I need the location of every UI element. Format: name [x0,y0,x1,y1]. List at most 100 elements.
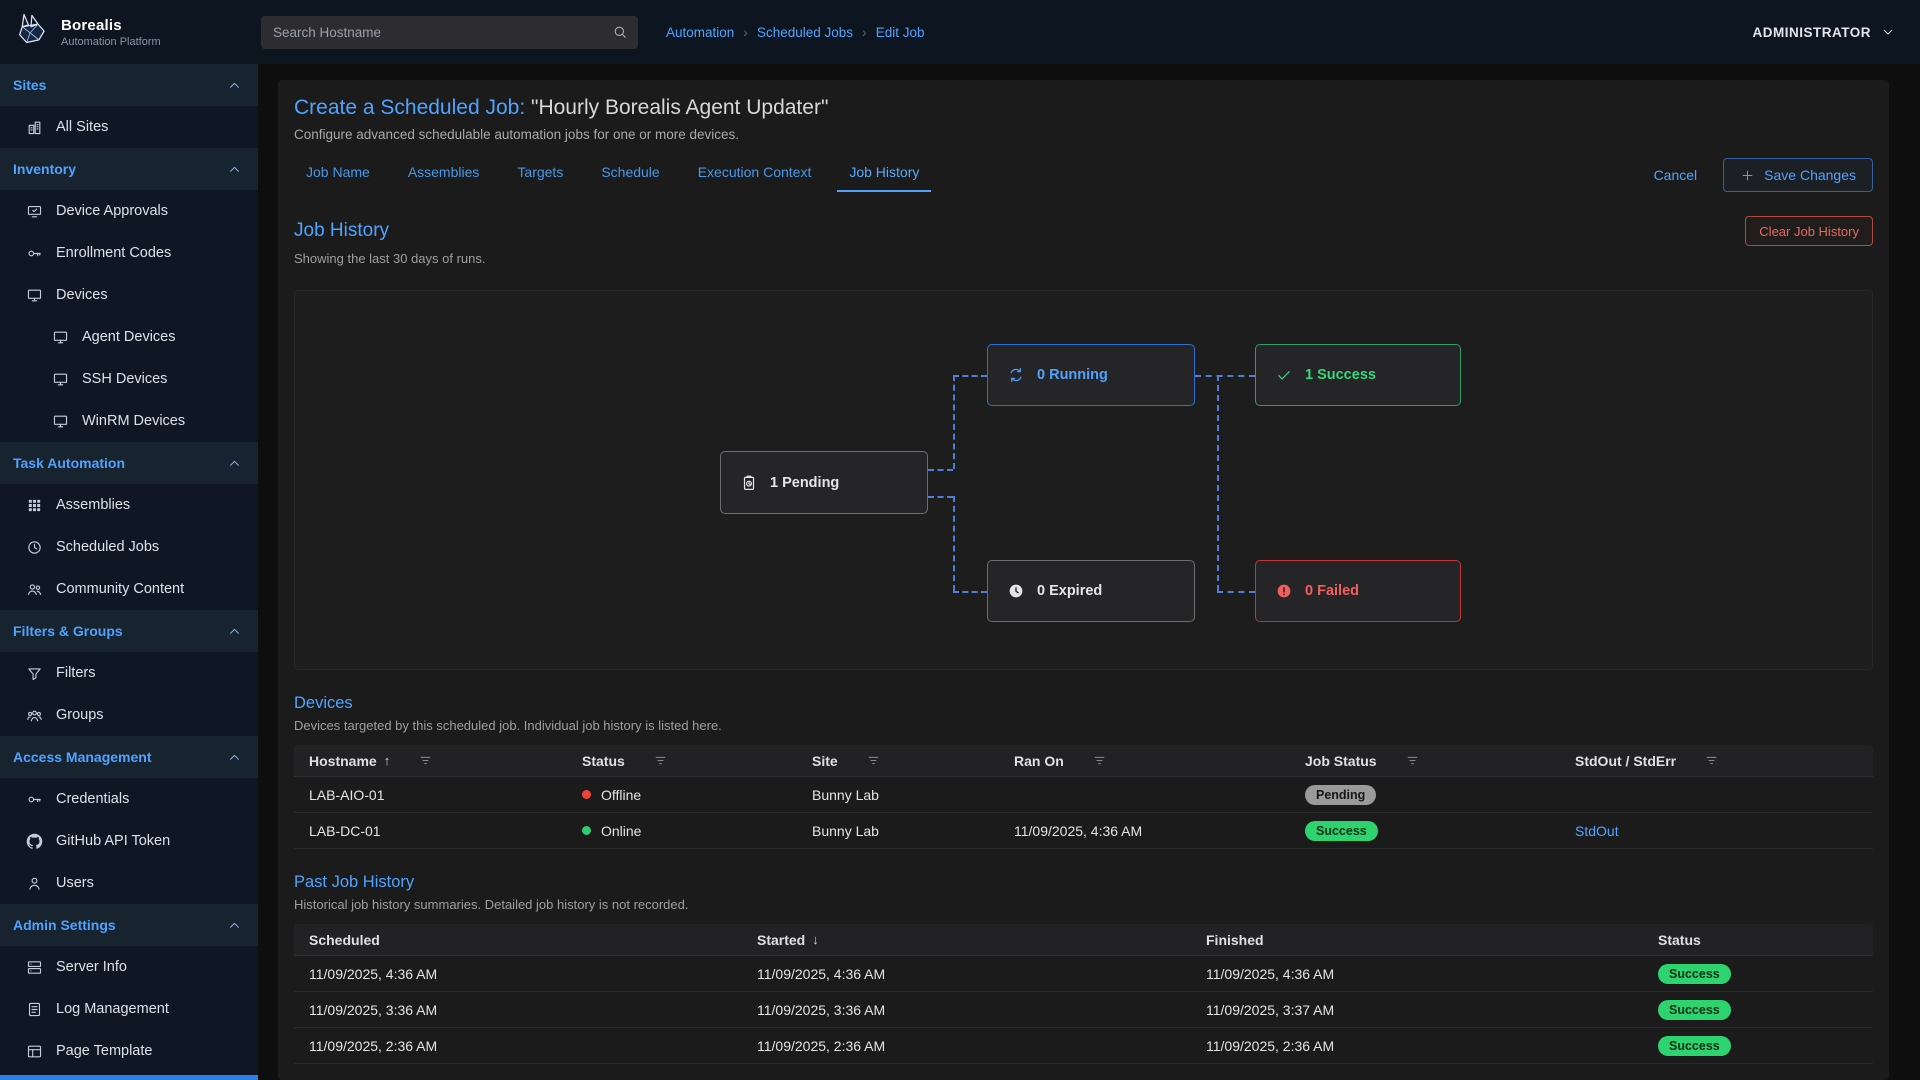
sidebar-item-users[interactable]: Users [0,862,258,904]
history-scheduled: 11/09/2025, 4:36 AM [294,966,757,982]
chevron-up-icon [226,77,243,94]
filter-icon[interactable] [653,753,668,768]
sidebar-section-sites[interactable]: Sites [0,64,258,106]
stdout-link[interactable]: StdOut [1575,823,1619,839]
sort-arrow-icon[interactable]: ↓ [812,932,819,947]
history-row[interactable]: 11/09/2025, 3:36 AM 11/09/2025, 3:36 AM … [294,992,1873,1028]
clock-icon [26,539,43,556]
sidebar-item-all-sites[interactable]: All Sites [0,106,258,148]
user-menu[interactable]: ADMINISTRATOR [1753,24,1920,40]
status-dot [582,826,591,835]
filter-icon[interactable] [418,753,433,768]
device-row[interactable]: LAB-AIO-01 Offline Bunny Lab Pending [294,777,1873,813]
sidebar-item-groups[interactable]: Groups [0,694,258,736]
devices-column-header[interactable]: Status [582,753,812,769]
clear-job-history-button[interactable]: Clear Job History [1745,216,1873,246]
sidebar-section-task-automation[interactable]: Task Automation [0,442,258,484]
sidebar-item-github-api-token[interactable]: GitHub API Token [0,820,258,862]
history-row[interactable]: 11/09/2025, 2:36 AM 11/09/2025, 2:36 AM … [294,1028,1873,1064]
flow-connector [1217,591,1255,593]
check-icon [1275,366,1293,384]
history-row[interactable]: 11/09/2025, 4:36 AM 11/09/2025, 4:36 AM … [294,956,1873,992]
search-input[interactable] [261,25,638,40]
history-finished: 11/09/2025, 4:36 AM [1206,966,1658,982]
sidebar-scroll-indicator[interactable] [0,1075,258,1080]
device-row[interactable]: LAB-DC-01 Online Bunny Lab 11/09/2025, 4… [294,813,1873,849]
history-column-header[interactable]: Status [1658,932,1873,948]
sidebar-item-log-management[interactable]: Log Management [0,988,258,1030]
flow-expired-box[interactable]: 0 Expired [987,560,1195,622]
breadcrumb: Automation› Scheduled Jobs› Edit Job› [666,24,925,40]
sidebar-item-agent-devices[interactable]: Agent Devices [0,316,258,358]
devices-column-header[interactable]: Ran On [1014,753,1305,769]
flow-connector [928,496,953,498]
sidebar-section-access-management[interactable]: Access Management [0,736,258,778]
sidebar-item-enrollment-codes[interactable]: Enrollment Codes [0,232,258,274]
search-box[interactable] [261,16,638,49]
devices-table: Hostname ↑ Status Site [294,745,1873,849]
sidebar-item-community-content[interactable]: Community Content [0,568,258,610]
filter-icon[interactable] [1704,753,1719,768]
flow-connector [953,375,987,377]
devices-column-header[interactable]: Site [812,753,1014,769]
flow-pending-box[interactable]: 1 Pending [720,451,928,514]
breadcrumb-link[interactable]: Edit Job [876,25,925,40]
device-status: Offline [601,787,641,803]
history-started: 11/09/2025, 4:36 AM [757,966,1206,982]
history-column-header[interactable]: Scheduled [294,932,757,948]
key-icon [26,791,43,808]
job-flow-panel: 1 Pending 0 Running 1 Success 0 Expired … [294,290,1873,670]
sidebar-item-credentials[interactable]: Credentials [0,778,258,820]
filter-icon[interactable] [1405,753,1420,768]
filter-icon[interactable] [1092,753,1107,768]
sidebar-item-scheduled-jobs[interactable]: Scheduled Jobs [0,526,258,568]
monitor-icon [52,413,69,430]
devices-column-header[interactable]: StdOut / StdErr [1575,753,1873,769]
search-icon[interactable] [612,24,628,40]
breadcrumb-link[interactable]: Scheduled Jobs [757,25,853,40]
sidebar-item-ssh-devices[interactable]: SSH Devices [0,358,258,400]
sidebar-item-filters[interactable]: Filters [0,652,258,694]
sidebar-section-filters-groups[interactable]: Filters & Groups [0,610,258,652]
status-dot [582,790,591,799]
tab-schedule[interactable]: Schedule [589,158,671,192]
sidebar-item-device-approvals[interactable]: Device Approvals [0,190,258,232]
logs-icon [26,1001,43,1018]
cancel-button[interactable]: Cancel [1654,167,1698,183]
flow-success-box[interactable]: 1 Success [1255,344,1461,406]
sidebar-section-admin-settings[interactable]: Admin Settings [0,904,258,946]
edit-job-card: Create a Scheduled Job: "Hourly Borealis… [278,80,1889,1080]
tab-job-name[interactable]: Job Name [294,158,382,192]
chevron-up-icon [226,917,243,934]
flow-connector [953,496,955,591]
chevron-down-icon[interactable] [1880,24,1896,40]
devices-column-header[interactable]: Hostname ↑ [294,753,582,769]
tab-job-history[interactable]: Job History [837,158,931,192]
past-history-table: Scheduled Started ↓ Finished Stat [294,924,1873,1064]
tab-targets[interactable]: Targets [505,158,575,192]
past-history-title: Past Job History [294,873,414,892]
sidebar-item-page-template[interactable]: Page Template [0,1030,258,1072]
filter-icon[interactable] [866,753,881,768]
devices-title: Devices [294,694,353,713]
devices-column-header[interactable]: Job Status [1305,753,1575,769]
history-column-header[interactable]: Started ↓ [757,932,1206,948]
flow-connector [1195,375,1255,377]
breadcrumb-link[interactable]: Automation [666,25,734,40]
sidebar-item-devices[interactable]: Devices [0,274,258,316]
sidebar-item-server-info[interactable]: Server Info [0,946,258,988]
flow-failed-box[interactable]: 0 Failed [1255,560,1461,622]
tab-execution-context[interactable]: Execution Context [686,158,824,192]
tab-assemblies[interactable]: Assemblies [396,158,492,192]
sidebar-item-assemblies[interactable]: Assemblies [0,484,258,526]
save-changes-button[interactable]: Save Changes [1723,158,1873,192]
flow-connector [953,375,955,469]
sidebar-item-winrm-devices[interactable]: WinRM Devices [0,400,258,442]
pending-clipboard-icon [740,474,758,492]
sort-arrow-icon[interactable]: ↑ [384,753,391,768]
page-subtitle: Configure advanced schedulable automatio… [294,127,1873,142]
sidebar-section-inventory[interactable]: Inventory [0,148,258,190]
grid-icon [26,497,43,514]
flow-running-box[interactable]: 0 Running [987,344,1195,406]
history-column-header[interactable]: Finished [1206,932,1658,948]
